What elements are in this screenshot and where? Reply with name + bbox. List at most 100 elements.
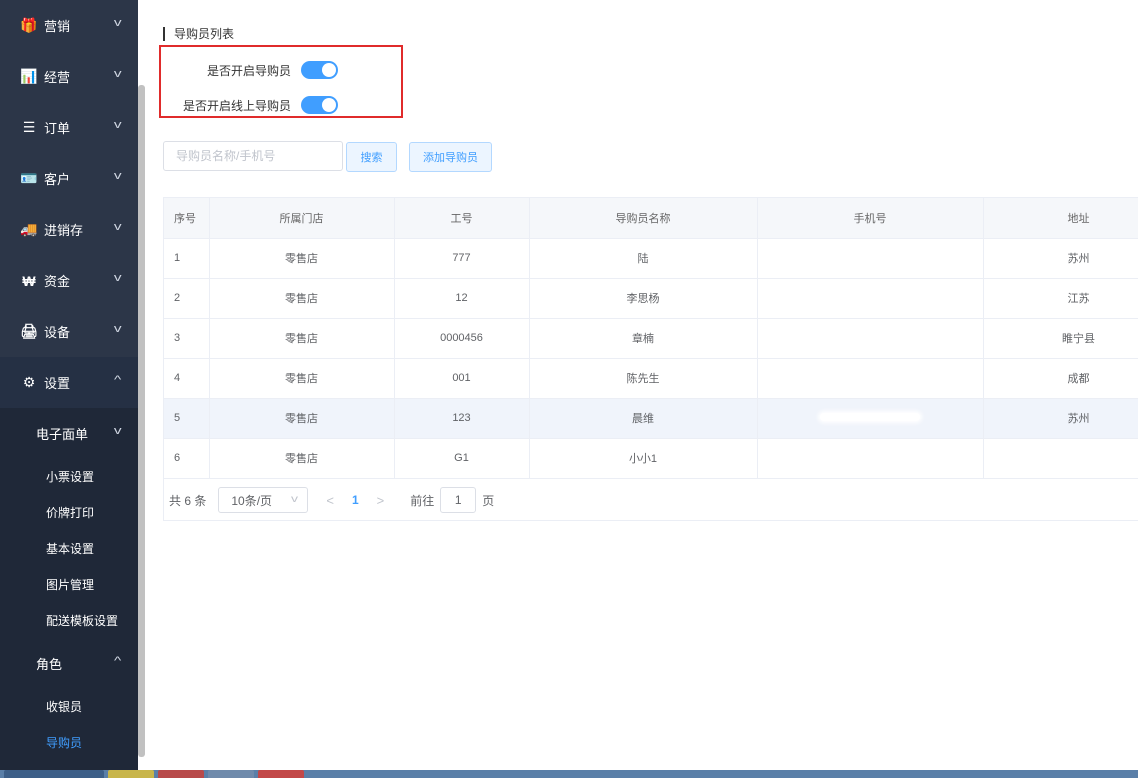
guide-switch-row: 是否开启导购员 xyxy=(207,61,339,79)
chevron-up-icon: ^ xyxy=(113,655,122,667)
table-cell: 江苏 xyxy=(983,278,1138,319)
table-cell xyxy=(757,398,984,439)
sidebar-item-1[interactable]: 📊 经营 v xyxy=(0,51,138,102)
table-row[interactable]: 4 零售店 001 陈先生 成都 xyxy=(164,358,1138,399)
chevron-down-icon: v xyxy=(113,170,122,182)
goto-suffix: 页 xyxy=(482,493,495,508)
table-cell: 零售店 xyxy=(209,278,395,319)
search-button[interactable]: 搜索 xyxy=(346,142,397,172)
table-cell: 章楠 xyxy=(529,318,758,359)
sidebar-item-0[interactable]: 🎁 营销 v xyxy=(0,0,138,51)
table-cell: 晨维 xyxy=(529,398,758,439)
sidebar-item-label: 营销 xyxy=(44,19,71,34)
page-title: 导购员列表 xyxy=(163,27,234,41)
table-cell: G1 xyxy=(394,438,530,479)
table-cell: 小小1 xyxy=(529,438,758,479)
sidebar-item-label: 进销存 xyxy=(44,223,84,238)
pagination: 共 6 条 10条/页 v < 1 > 前往 页 xyxy=(163,480,1138,521)
submenu-item[interactable]: 基本设置 xyxy=(0,530,138,566)
chevron-down-icon: v xyxy=(113,272,122,284)
submenu-item[interactable]: 导购结算 xyxy=(0,760,138,770)
list-icon: ☰ xyxy=(22,119,36,135)
guide-switch-label: 是否开启导购员 xyxy=(207,63,292,78)
page-size-select[interactable]: 10条/页 v xyxy=(218,487,309,513)
sidebar-item-7[interactable]: ⚙ 设置 ^ xyxy=(0,357,138,408)
chevron-down-icon: v xyxy=(113,68,122,80)
table-cell: 6 xyxy=(164,438,210,479)
submenu-item[interactable]: 价牌打印 xyxy=(0,494,138,530)
chevron-down-icon: v xyxy=(113,221,122,233)
table-row[interactable]: 3 零售店 0000456 章楠 睢宁县 xyxy=(164,318,1138,359)
submenu-group-label: 角色 xyxy=(36,656,63,672)
printer-icon: 🖨 xyxy=(20,323,38,339)
guide-table: 序号 所属门店 工号 导购员名称 手机号 地址 1 零售店 777 陆苏州 2 零售店 12 李思杨 江苏… xyxy=(163,197,1138,521)
submenu-group-label: 电子面单 xyxy=(36,426,89,442)
table-row[interactable]: 5 零售店 123 晨维 苏州 xyxy=(164,398,1138,439)
add-guide-button[interactable]: 添加导购员 xyxy=(409,142,492,172)
table-row[interactable]: 6 零售店 G1 小小1 xyxy=(164,438,1138,479)
table-cell xyxy=(983,438,1138,479)
main-content: 导购员列表 是否开启导购员 是否开启线上导购员 搜索 添加导购员 序号所属门店工… xyxy=(150,0,1138,778)
table-cell: 零售店 xyxy=(209,358,395,399)
sidebar-item-3[interactable]: 🪪 客户 v xyxy=(0,153,138,204)
submenu-item[interactable]: 收银员 xyxy=(0,688,138,724)
submenu-list: 小票设置 价牌打印 基本设置 图片管理 配送模板设置 xyxy=(0,458,138,638)
prev-page-icon[interactable]: < xyxy=(326,493,334,508)
next-page-icon[interactable]: > xyxy=(377,493,385,508)
column-header: 所属门店 xyxy=(209,198,395,239)
submenu-group-0[interactable]: 电子面单 v xyxy=(0,408,138,458)
taskbar-button[interactable] xyxy=(108,770,154,778)
table-cell: 零售店 xyxy=(209,438,395,479)
guide-switch[interactable] xyxy=(301,61,339,79)
taskbar-button[interactable] xyxy=(258,770,304,778)
submenu-item[interactable]: 图片管理 xyxy=(0,566,138,602)
sidebar-item-4[interactable]: 🚚 进销存 v xyxy=(0,204,138,255)
table-body: 1 零售店 777 陆苏州 2 零售店 12 李思杨 江苏 3 零售店 0000456 章楠 睢宁县 4 零售… xyxy=(164,238,1138,479)
table-cell: 零售店 xyxy=(209,398,395,439)
taskbar xyxy=(0,770,1138,778)
column-header: 地址 xyxy=(983,198,1138,239)
online-guide-switch[interactable] xyxy=(301,96,339,114)
table-cell: 陆 xyxy=(529,238,758,279)
submenu-group-1[interactable]: 角色 ^ xyxy=(0,638,138,688)
submenu-item[interactable]: 小票设置 xyxy=(0,458,138,494)
table-cell: 零售店 xyxy=(209,238,395,279)
table-cell xyxy=(757,358,984,399)
chevron-down-icon: v xyxy=(113,323,122,335)
table-cell: 2 xyxy=(164,278,210,319)
submenu-item[interactable]: 导购员 xyxy=(0,724,138,760)
online-guide-switch-label: 是否开启线上导购员 xyxy=(183,98,292,113)
table-row[interactable]: 2 零售店 12 李思杨 江苏 xyxy=(164,278,1138,319)
sidebar-scrollbar[interactable] xyxy=(138,85,145,757)
table-cell xyxy=(757,318,984,359)
sidebar-item-label: 设备 xyxy=(44,325,71,340)
goto-page-input[interactable] xyxy=(440,487,477,513)
page-number-current[interactable]: 1 xyxy=(352,493,359,507)
won-icon: ₩ xyxy=(22,272,36,289)
search-input[interactable] xyxy=(163,141,343,171)
table-cell: 陈先生 xyxy=(529,358,758,399)
sidebar-item-5[interactable]: ₩ 资金 v xyxy=(0,255,138,306)
bar-chart-icon: 📊 xyxy=(20,68,38,84)
taskbar-button[interactable] xyxy=(158,770,204,778)
table-cell xyxy=(757,278,984,319)
table-row[interactable]: 1 零售店 777 陆 苏州 xyxy=(164,238,1138,279)
table-cell: 0000456 xyxy=(394,318,530,359)
table-cell: 睢宁县 xyxy=(983,318,1138,359)
table-cell: 12 xyxy=(394,278,530,319)
table-cell: 成都 xyxy=(983,358,1138,399)
taskbar-button[interactable] xyxy=(4,770,104,778)
redacted-phone xyxy=(820,413,920,421)
sidebar-item-6[interactable]: 🖨 设备 v xyxy=(0,306,138,357)
taskbar-button[interactable] xyxy=(208,770,254,778)
table-cell: 001 xyxy=(394,358,530,399)
truck-icon: 🚚 xyxy=(20,221,38,237)
app-window: 🎁 营销 v 📊 经营 v ☰ 订单 v 🪪 客户 v 🚚 进销存 v ₩ 资金 v 🖨 设备 v ⚙ 设置 ^ 电子面单 v 小票… xyxy=(0,0,1138,778)
chevron-down-icon: v xyxy=(113,17,122,29)
sidebar-item-2[interactable]: ☰ 订单 v xyxy=(0,102,138,153)
submenu-item[interactable]: 配送模板设置 xyxy=(0,602,138,638)
switch-knob xyxy=(322,63,337,77)
id-card-icon: 🪪 xyxy=(20,170,38,186)
gift-icon: 🎁 xyxy=(20,17,38,33)
column-header: 工号 xyxy=(394,198,530,239)
